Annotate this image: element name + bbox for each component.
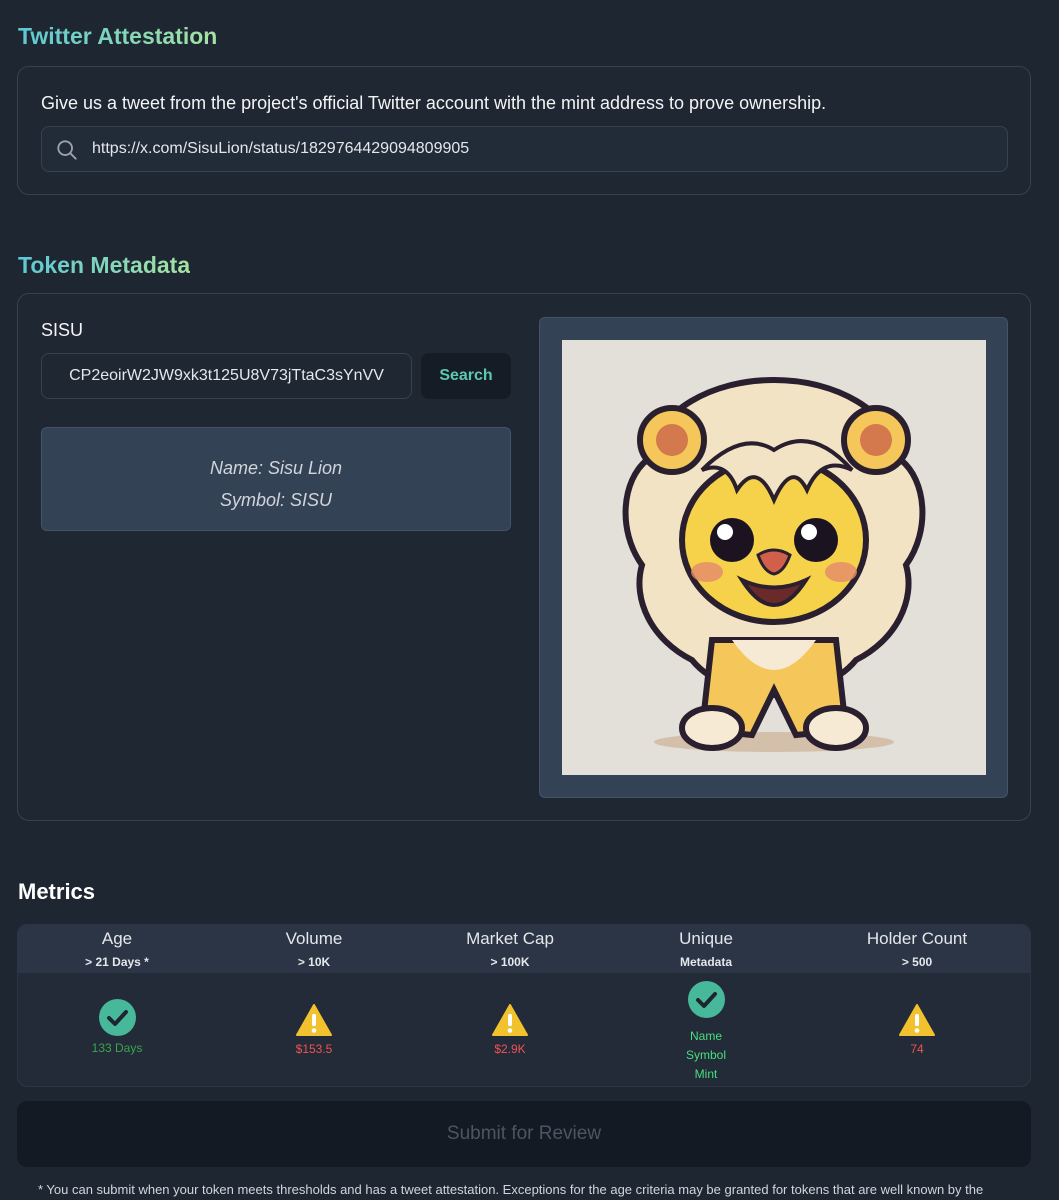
metric-value: 133 Days [91,1041,143,1055]
twitter-description: Give us a tweet from the project's offic… [41,93,827,113]
metric-header-holder-count: Holder Count > 500 [817,925,1017,969]
metric-label: Unique [679,929,733,948]
token-symbol-line: Symbol: SISU [219,490,333,510]
search-icon [57,140,77,160]
metric-cell-holder-count: 74 [817,1003,1017,1056]
metadata-item-name: Name [689,1029,722,1043]
footnote: * You can submit when your token meets t… [38,1182,984,1197]
metric-cell-age: 133 Days [18,999,217,1055]
metadata-check-list: Name Symbol Mint [606,1027,806,1084]
token-image [562,340,986,775]
twitter-attestation-title: Twitter Attestation [18,23,218,49]
metric-header-market-cap: Market Cap > 100K [410,925,610,969]
check-circle-icon [98,999,136,1036]
metric-threshold: Metadata [679,955,732,969]
metric-label: Age [101,929,133,948]
warning-triangle-icon [899,1004,935,1036]
page: Twitter Attestation Give us a tweet from… [0,0,1059,1200]
metric-label: Volume [285,929,343,948]
metric-value: 74 [910,1042,924,1056]
metric-value: $2.9K [494,1042,526,1056]
metadata-item-symbol: Symbol [685,1048,726,1062]
token-info-box: Name: Sisu Lion Symbol: SISU [41,427,511,531]
metric-label: Market Cap [466,929,554,948]
token-name-line: Name: Sisu Lion [209,458,343,478]
check-circle-icon [687,981,725,1018]
metric-value: $153.5 [295,1042,333,1056]
mint-address-input[interactable] [41,353,412,399]
metric-threshold: > 100K [490,955,530,969]
submit-for-review-button[interactable]: Submit for Review [17,1101,1031,1167]
metric-cell-market-cap: $2.9K [410,1003,610,1056]
lion-mascot-icon [622,376,926,752]
warning-triangle-icon [296,1004,332,1036]
token-symbol-label: SISU [41,320,84,340]
token-image-frame [539,317,1008,798]
search-button[interactable]: Search [421,353,511,399]
tweet-url-input[interactable] [92,127,992,171]
tweet-url-field[interactable] [41,126,1008,172]
metric-header-volume: Volume > 10K [214,925,414,969]
metrics-table: Age > 21 Days * 133 Days Volume > 10K $1… [17,924,1031,1087]
metric-cell-volume: $153.5 [214,1003,414,1056]
metric-threshold: > 10K [297,955,331,969]
metric-threshold: > 500 [901,955,933,969]
warning-triangle-icon [492,1004,528,1036]
metrics-title: Metrics [18,879,96,904]
metric-header-age: Age > 21 Days * [18,925,217,969]
metadata-item-mint: Mint [694,1067,718,1081]
metric-header-unique-metadata: Unique Metadata [606,925,806,969]
metric-threshold: > 21 Days * [85,955,149,969]
token-metadata-card: SISU Search Name: Sisu Lion Symbol: SISU [17,293,1031,821]
twitter-attestation-card: Give us a tweet from the project's offic… [17,66,1031,195]
token-metadata-title: Token Metadata [18,252,191,278]
metric-cell-unique-metadata: Name Symbol Mint [606,981,806,1084]
metric-label: Holder Count [866,929,968,948]
